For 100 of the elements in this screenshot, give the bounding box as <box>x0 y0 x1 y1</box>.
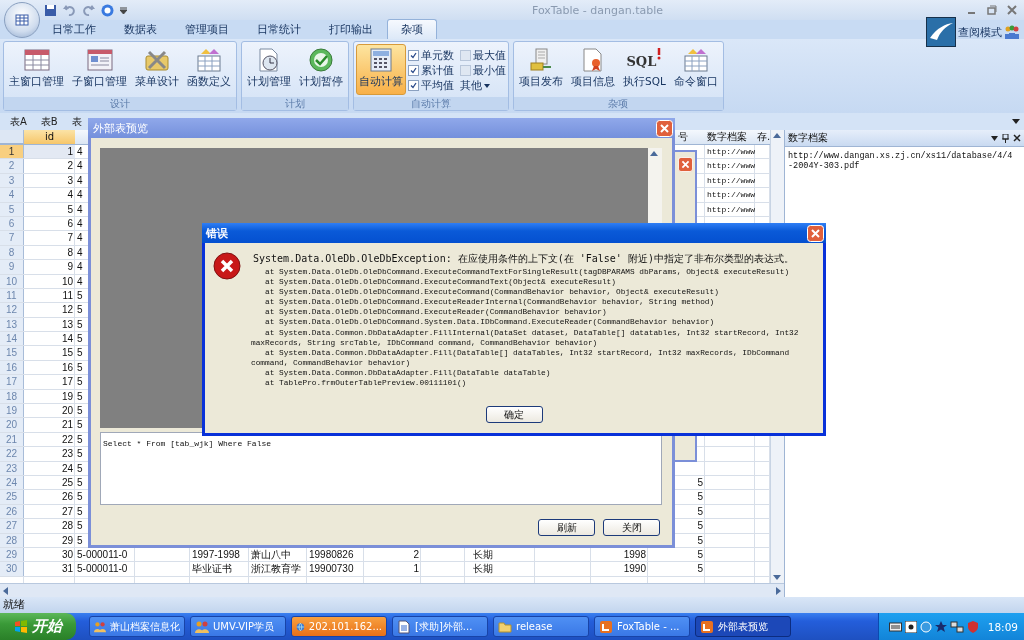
table-cell-text: 12 <box>60 303 74 317</box>
table-cell-text: 4 <box>76 274 84 288</box>
table-cell-text: 5 <box>76 418 84 432</box>
table-cell-text: 8 <box>66 245 74 260</box>
table-cell-text: 25 <box>60 476 74 490</box>
checkbox-label: 平均值 <box>421 78 454 93</box>
error-message: System.Data.OleDb.OleDbException: 在应使用条件的上下文(在 'False' 附近)中指定了非布尔类型的表达式。 <box>253 252 795 266</box>
table-cell-text: 毕业证书 <box>191 562 233 576</box>
table-cell-text: 5-000011-0 <box>76 547 129 562</box>
table-cell: 1 <box>24 145 75 159</box>
checkbox-label: 最小值 <box>473 63 506 78</box>
table-cell-text: http://www <box>706 146 755 158</box>
table-cell-text: 28 <box>60 519 74 533</box>
group-title: 设计 <box>4 97 236 110</box>
table-cell-text: 7 <box>66 231 74 245</box>
table-cell-text: 萧山八中 <box>250 547 292 562</box>
table-cell-text: 4 <box>76 173 84 188</box>
group-title: 自动计算 <box>354 97 508 110</box>
table-cell-text: 19 <box>60 389 74 404</box>
table-cell-text: 10 <box>60 274 74 288</box>
table-cell-text: 1 <box>412 562 420 576</box>
table-cell-text: 5 <box>76 490 84 504</box>
table-cell-text: 6 <box>66 216 74 231</box>
table-cell-text: 1990 <box>622 562 647 576</box>
table-cell-text: 5 <box>696 547 704 562</box>
table-cell-text: 20 <box>60 404 74 418</box>
table-cell-text: 5 <box>696 490 704 504</box>
table-cell-text: 31 <box>60 562 74 576</box>
table-cell-text: 5 <box>696 504 704 519</box>
table-cell-text: 24 <box>60 461 74 475</box>
table-cell-text: 5 <box>76 461 84 475</box>
table-cell-text: http://www <box>706 189 755 202</box>
table-cell-text: 4 <box>76 145 84 159</box>
table-cell-text: 1997-1998 <box>191 547 241 562</box>
checkbox-label: 最大值 <box>473 48 506 63</box>
table-cell-text: 5 <box>76 404 84 418</box>
table-cell-text: 5 <box>696 533 704 547</box>
panel-title: 数字档案 <box>788 131 829 145</box>
checkbox-label: 单元数 <box>421 48 454 63</box>
table-cell-text: 4 <box>76 260 84 274</box>
table-cell-text: 5 <box>76 360 84 375</box>
table-cell-text: 4 <box>76 216 84 231</box>
table-cell-text: 5 <box>696 476 704 490</box>
table-cell-text: 5 <box>696 562 704 576</box>
table-cell-text: 4 <box>76 231 84 245</box>
table-cell-text: http://www <box>706 160 755 173</box>
table-cell-text: 5 <box>76 432 84 447</box>
table-cell-text: 5-000011-0 <box>76 562 129 576</box>
table-cell-text: 19900730 <box>308 562 355 576</box>
table-cell-text: 5 <box>76 288 84 303</box>
table-cell-text: 5 <box>76 303 84 317</box>
table-cell-text: 4 <box>76 188 84 202</box>
table-cell-text: 5 <box>76 389 84 404</box>
table-cell-text: 长期 <box>472 547 494 562</box>
table-cell-text: 4 <box>76 159 84 173</box>
table-cell-text: http://www <box>706 174 755 187</box>
table-cell-text: 1998 <box>622 547 647 562</box>
table-cell-text: 26 <box>60 490 74 504</box>
table-cell-text: 5 <box>76 476 84 490</box>
table-cell-text: 长期 <box>472 562 494 576</box>
table-cell-text: 16 <box>60 360 74 375</box>
dialog-title: 外部表预览 <box>93 120 148 136</box>
table-cell-text: 2 <box>66 159 74 173</box>
table-cell-text: 5 <box>76 332 84 346</box>
table-cell-text: 15 <box>60 346 74 360</box>
table-cell-text: 4 <box>76 202 84 216</box>
table-cell-text: 5 <box>76 346 84 360</box>
table-cell-text: 22 <box>60 432 74 447</box>
table-cell-text: 5 <box>76 375 84 389</box>
table-cell-text: 5 <box>76 317 84 332</box>
table-cell-text: 13 <box>60 317 74 332</box>
table-cell-text: 5 <box>76 519 84 533</box>
table-cell-text: 4 <box>66 188 74 202</box>
table-cell-text: 3 <box>66 173 74 188</box>
table-cell-text: 19980826 <box>308 547 355 562</box>
table-cell-text: 5 <box>76 504 84 519</box>
table-cell-text: 浙江教育学 <box>250 562 302 576</box>
panel-text: http://www.dangan.xs.zj.cn/xs11/database/4/4-2004Y-303.pdf <box>788 151 1013 171</box>
group-title: 杂项 <box>514 97 723 110</box>
table-cell-text: 4 <box>76 245 84 260</box>
table-cell-text: 5 <box>76 447 84 461</box>
table-cell-text: 5 <box>696 519 704 533</box>
table-cell-text: 2 <box>412 547 420 562</box>
table-cell-text: 9 <box>66 260 74 274</box>
table-cell-text: 27 <box>60 504 74 519</box>
table-cell-text: 21 <box>60 418 74 432</box>
table-cell-text: 29 <box>60 533 74 547</box>
dialog-title: 错误 <box>206 225 228 241</box>
group-title: 计划 <box>242 97 348 110</box>
table-cell-text: 17 <box>60 375 74 389</box>
checkbox-label: 累计值 <box>421 63 454 78</box>
table-cell-text: 14 <box>60 332 74 346</box>
table-cell-text: 30 <box>60 547 74 562</box>
sql-label: SQL <box>626 53 657 69</box>
table-cell-text: 11 <box>61 288 74 303</box>
window-title: FoxTable - dangan.table <box>531 3 664 17</box>
table-cell-text: 5 <box>76 533 84 547</box>
status-text: 就绪 <box>3 598 25 612</box>
table-cell-text: http://www <box>706 203 755 216</box>
table-cell-text: 23 <box>60 447 74 461</box>
